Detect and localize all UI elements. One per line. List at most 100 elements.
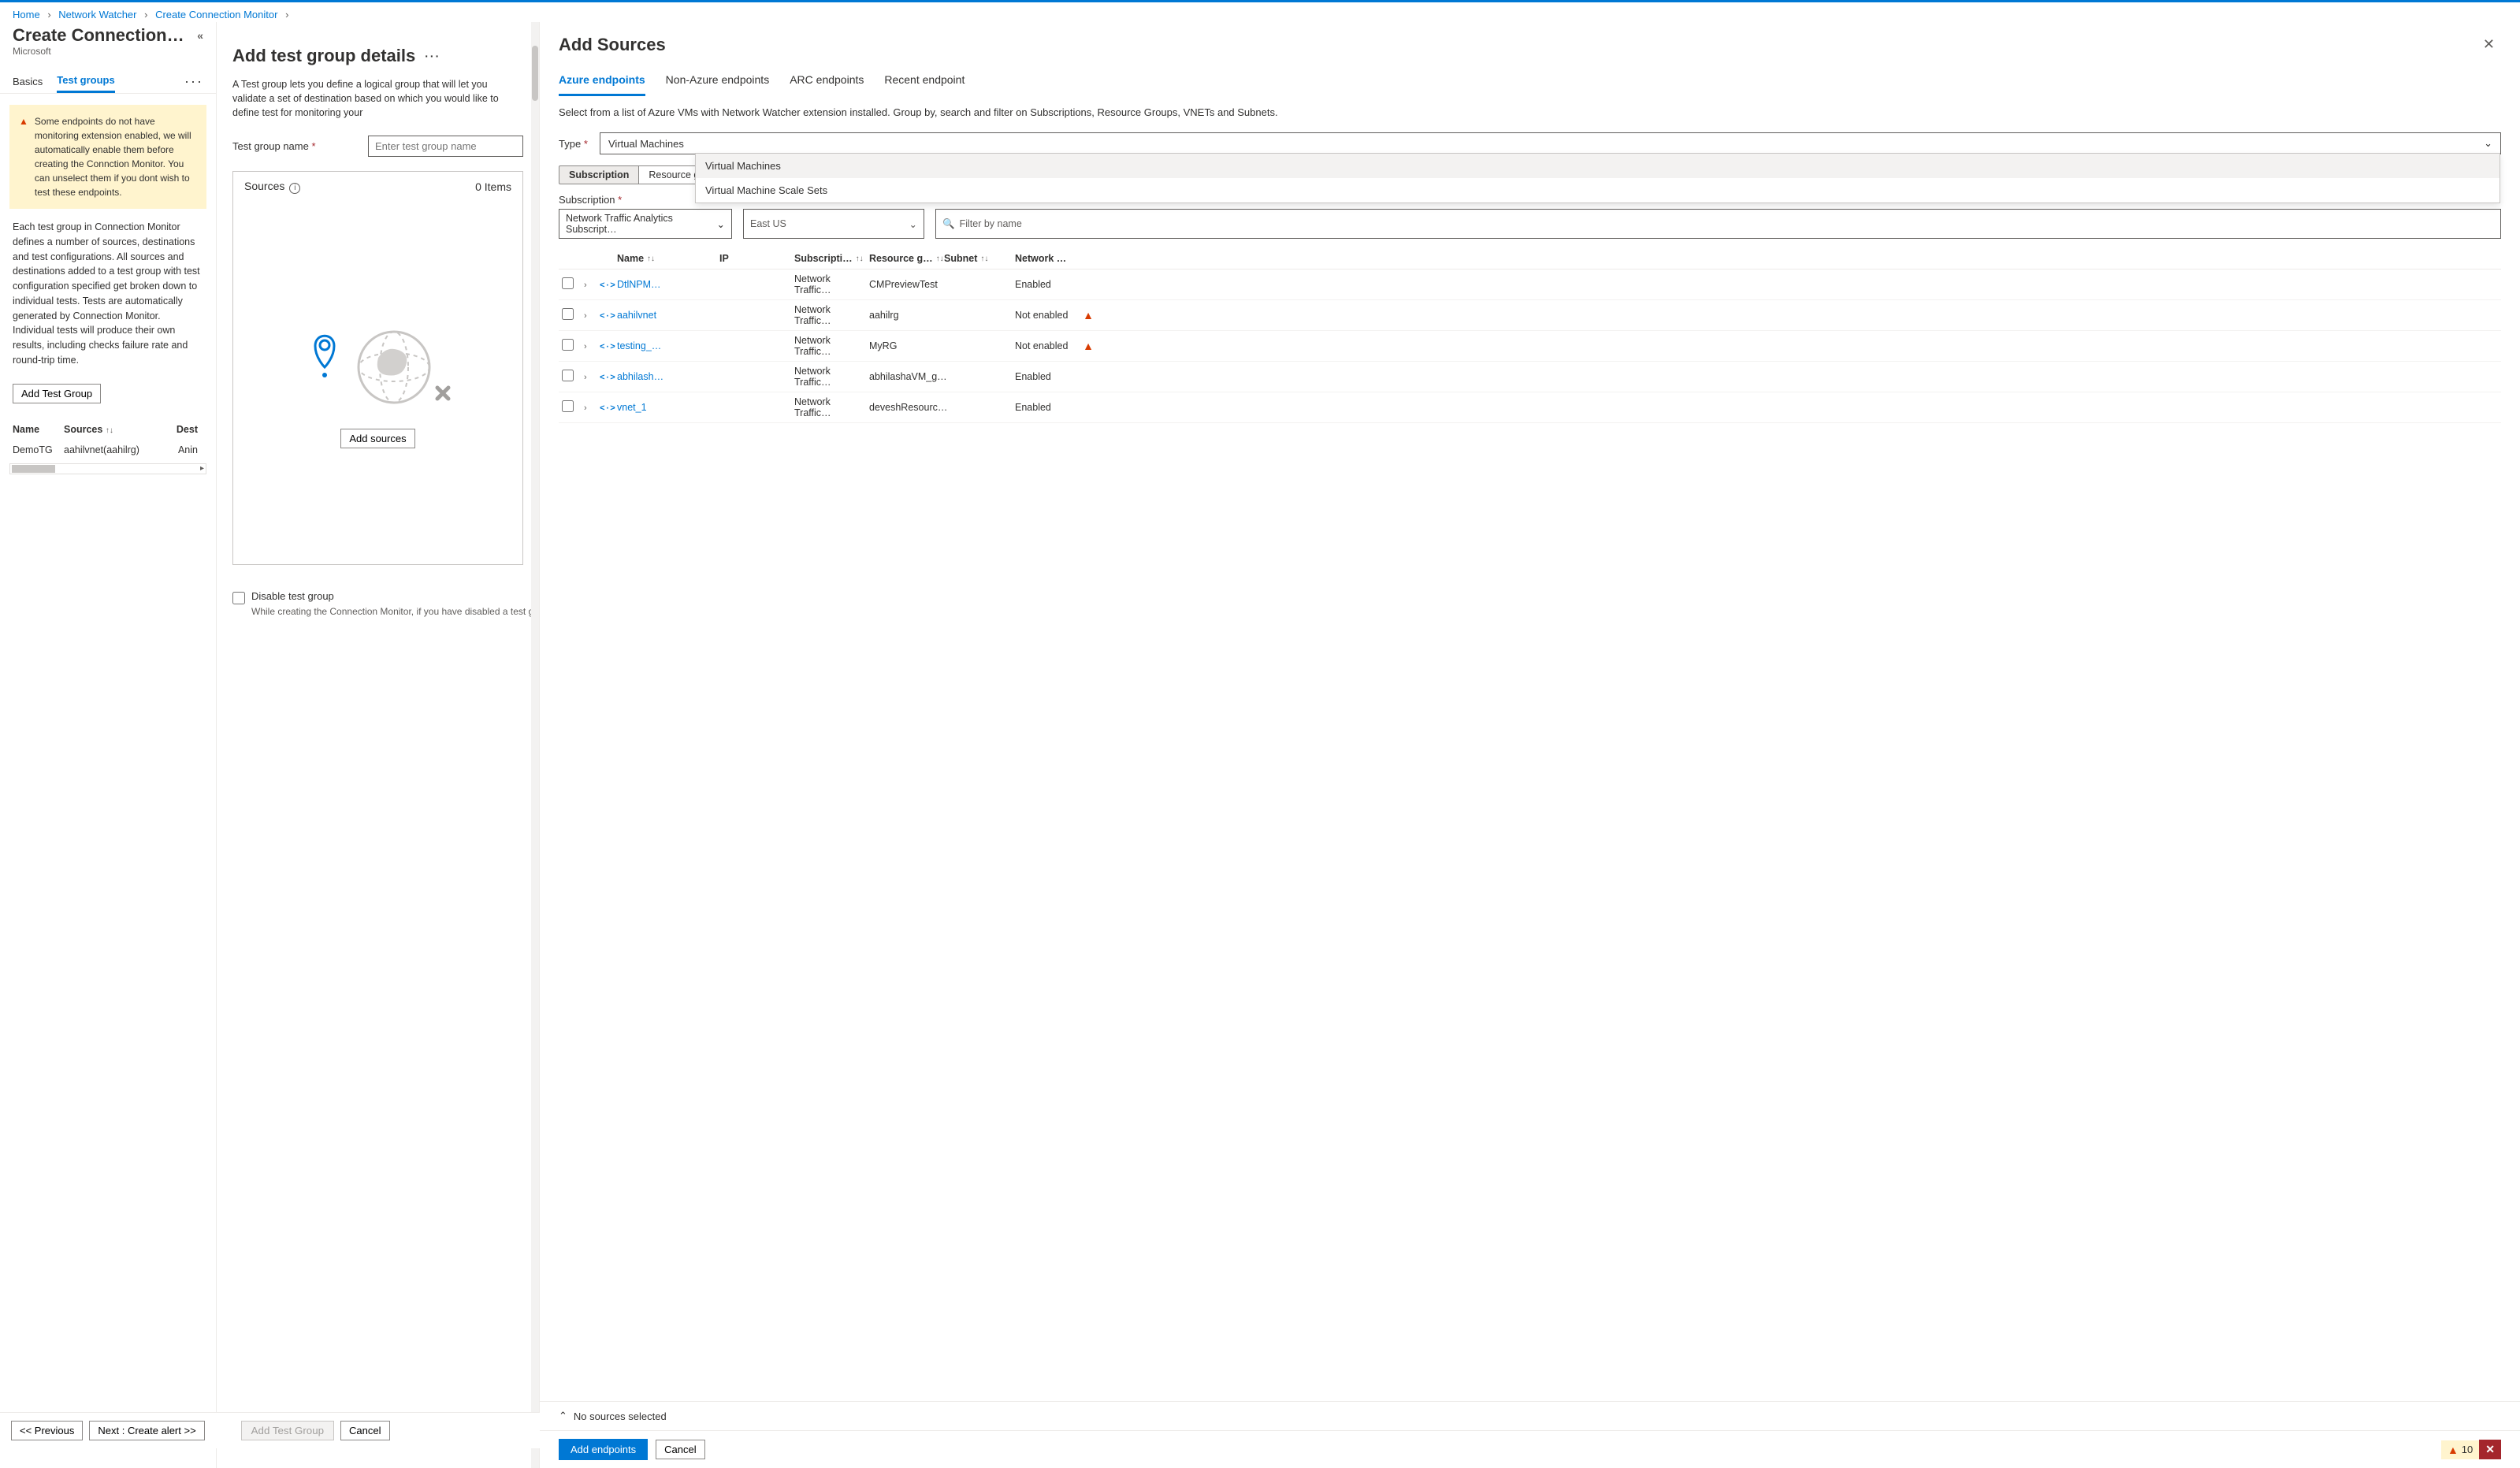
- horizontal-scrollbar[interactable]: ◂ ▸: [9, 463, 206, 474]
- col-resource-group[interactable]: Resource g…↑↓: [869, 253, 944, 264]
- cell-name: DemoTG: [13, 444, 56, 455]
- row-name-link[interactable]: testing_…: [617, 340, 661, 351]
- warning-icon: ▲: [2448, 1444, 2459, 1456]
- warning-icon: ▲: [1083, 309, 1094, 321]
- next-button[interactable]: Next : Create alert >>: [89, 1421, 204, 1440]
- table-row[interactable]: ›<·>vnet_1Network Traffic…deveshResourc……: [559, 392, 2501, 423]
- pill-subscription[interactable]: Subscription: [559, 165, 639, 184]
- warning-banner: ▲ Some endpoints do not have monitoring …: [9, 105, 206, 209]
- row-name-link[interactable]: DtlNPM…: [617, 279, 661, 290]
- add-test-group-button-footer: Add Test Group: [241, 1421, 334, 1440]
- table-row[interactable]: ›<·>DtlNPM…Network Traffic…CMPreviewTest…: [559, 269, 2501, 300]
- filter-input[interactable]: 🔍 Filter by name: [935, 209, 2501, 239]
- cell-network-ext: Enabled: [1015, 279, 1070, 290]
- type-option-vmss[interactable]: Virtual Machine Scale Sets: [696, 178, 2500, 203]
- type-option-vm[interactable]: Virtual Machines: [696, 154, 2500, 178]
- col-ip[interactable]: IP: [719, 253, 794, 264]
- expand-icon[interactable]: ›: [582, 342, 589, 351]
- col-name[interactable]: Name↑↓: [617, 253, 719, 264]
- expand-icon[interactable]: ›: [582, 403, 589, 413]
- sources-box: Sourcesi 0 Items Add sources: [232, 171, 523, 565]
- type-label: Type *: [559, 138, 590, 150]
- more-icon[interactable]: ···: [425, 50, 440, 62]
- add-test-group-button[interactable]: Add Test Group: [13, 384, 101, 403]
- row-checkbox[interactable]: [562, 400, 574, 412]
- cell-subscription: Network Traffic…: [794, 396, 869, 418]
- scroll-right-icon[interactable]: ▸: [199, 464, 206, 473]
- vertical-scrollbar[interactable]: [531, 22, 539, 1468]
- row-checkbox[interactable]: [562, 339, 574, 351]
- cell-dest: Anin: [166, 444, 198, 455]
- mid-title: Add test group details: [232, 46, 415, 66]
- add-endpoints-button[interactable]: Add endpoints: [559, 1439, 648, 1460]
- subscription-select[interactable]: Network Traffic Analytics Subscript… ⌄: [559, 209, 732, 239]
- breadcrumb-watcher[interactable]: Network Watcher: [58, 9, 136, 20]
- more-icon[interactable]: ···: [184, 73, 203, 90]
- disable-test-group-checkbox[interactable]: [232, 592, 245, 604]
- table-row[interactable]: DemoTG aahilvnet(aahilrg) Anin: [9, 440, 206, 460]
- row-checkbox[interactable]: [562, 370, 574, 381]
- add-sources-button[interactable]: Add sources: [340, 429, 414, 448]
- collapse-icon[interactable]: «: [197, 29, 203, 42]
- table-row[interactable]: ›<·>testing_…Network Traffic…MyRGNot ena…: [559, 331, 2501, 362]
- status-warning[interactable]: ▲10: [2441, 1440, 2479, 1459]
- sources-count: 0 Items: [475, 180, 511, 193]
- row-name-link[interactable]: abhilash…: [617, 371, 663, 382]
- chevron-down-icon: ⌄: [2484, 137, 2492, 150]
- subscription-value: Network Traffic Analytics Subscript…: [566, 213, 717, 235]
- chevron-down-icon: ⌄: [717, 218, 725, 230]
- row-checkbox[interactable]: [562, 277, 574, 289]
- region-select[interactable]: East US ⌄: [743, 209, 924, 239]
- vnet-icon: <·>: [600, 404, 615, 414]
- cancel-button-footer[interactable]: Cancel: [340, 1421, 389, 1440]
- chevron-down-icon: ⌄: [909, 218, 917, 230]
- row-name-link[interactable]: vnet_1: [617, 402, 647, 413]
- warning-icon: ▲: [19, 114, 28, 199]
- col-sources[interactable]: Sources ↑↓: [64, 424, 158, 435]
- sort-icon: ↑↓: [106, 426, 113, 435]
- cell-subscription: Network Traffic…: [794, 366, 869, 388]
- close-icon[interactable]: ✕: [2477, 33, 2501, 56]
- breadcrumb-home[interactable]: Home: [13, 9, 40, 20]
- tab-recent-endpoint[interactable]: Recent endpoint: [884, 70, 965, 96]
- scroll-thumb[interactable]: [12, 465, 55, 473]
- expand-icon[interactable]: ›: [582, 311, 589, 321]
- region-value: East US: [750, 218, 786, 229]
- right-blade: Add Sources ✕ Azure endpoints Non-Azure …: [540, 22, 2520, 1468]
- tab-basics[interactable]: Basics: [13, 71, 43, 92]
- chevron-right-icon: ›: [144, 9, 147, 20]
- vnet-icon: <·>: [600, 374, 615, 383]
- previous-button[interactable]: << Previous: [11, 1421, 83, 1440]
- table-row[interactable]: ›<·>abhilash…Network Traffic…abhilashaVM…: [559, 362, 2501, 392]
- col-network-ext[interactable]: Network …: [1015, 253, 1070, 264]
- col-name[interactable]: Name: [13, 424, 56, 435]
- sources-label: Sourcesi: [244, 180, 300, 194]
- status-error[interactable]: ✕: [2479, 1440, 2501, 1459]
- row-name-link[interactable]: aahilvnet: [617, 310, 656, 321]
- vnet-icon: <·>: [600, 312, 615, 321]
- col-dest[interactable]: Dest: [166, 424, 198, 435]
- info-icon[interactable]: i: [289, 183, 300, 194]
- col-subscription[interactable]: Subscripti…↑↓: [794, 253, 869, 264]
- table-row[interactable]: ›<·>aahilvnetNetwork Traffic…aahilrgNot …: [559, 300, 2501, 331]
- chevron-up-icon: ⌃: [559, 1410, 567, 1422]
- expand-icon[interactable]: ›: [582, 281, 589, 290]
- tab-test-groups[interactable]: Test groups: [57, 69, 114, 93]
- tab-azure-endpoints[interactable]: Azure endpoints: [559, 70, 645, 96]
- row-checkbox[interactable]: [562, 308, 574, 320]
- mid-pane: Add test group details ··· A Test group …: [217, 22, 540, 1468]
- tab-non-azure-endpoints[interactable]: Non-Azure endpoints: [666, 70, 770, 96]
- cell-subscription: Network Traffic…: [794, 304, 869, 326]
- group-name-label: Test group name *: [232, 140, 359, 152]
- blade-title: Add Sources: [559, 35, 666, 55]
- left-pane: Create Connection… « Microsoft Basics Te…: [0, 22, 217, 1468]
- group-name-input[interactable]: [368, 136, 523, 157]
- breadcrumb-create[interactable]: Create Connection Monitor: [155, 9, 277, 20]
- type-dropdown[interactable]: Virtual Machines ⌄ Virtual Machines Virt…: [600, 132, 2501, 154]
- tab-arc-endpoints[interactable]: ARC endpoints: [790, 70, 864, 96]
- expand-icon[interactable]: ›: [582, 373, 589, 382]
- cell-sources: aahilvnet(aahilrg): [64, 444, 158, 455]
- selected-bar[interactable]: ⌃ No sources selected: [540, 1401, 2520, 1430]
- col-subnet[interactable]: Subnet↑↓: [944, 253, 1015, 264]
- cancel-button[interactable]: Cancel: [656, 1440, 704, 1459]
